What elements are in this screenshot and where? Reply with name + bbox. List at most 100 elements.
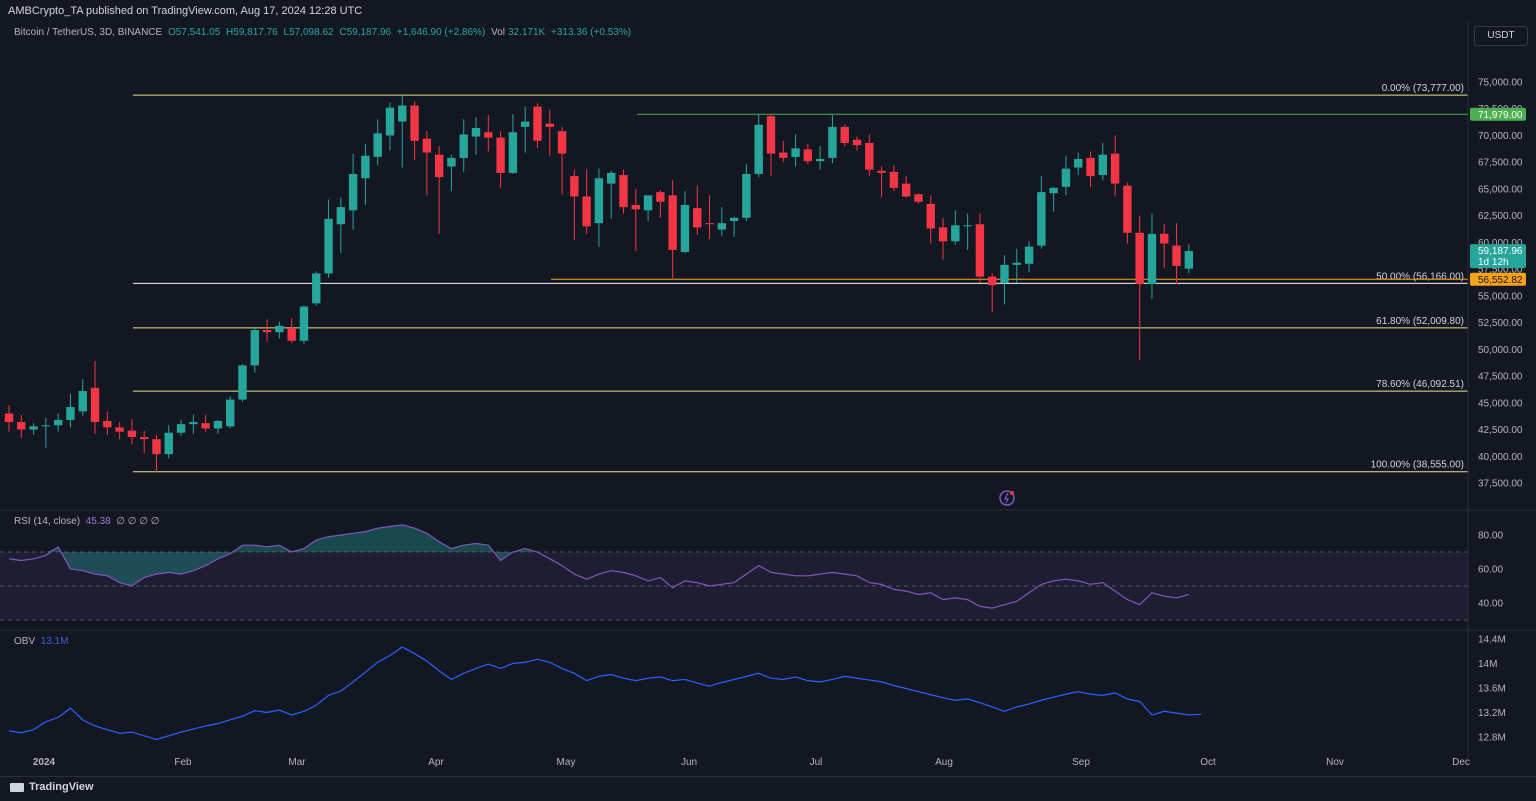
time-tick-label: Dec bbox=[1452, 757, 1470, 768]
time-tick-label: Feb bbox=[174, 757, 192, 768]
candle-body bbox=[434, 154, 444, 178]
candle-body bbox=[963, 225, 972, 227]
time-tick-label: Nov bbox=[1326, 757, 1344, 768]
candle-body bbox=[828, 126, 837, 158]
price-tick-label: 40,000.00 bbox=[1478, 452, 1523, 463]
candle-body bbox=[287, 327, 296, 341]
candle-body bbox=[668, 195, 677, 250]
price-tick-label: 55,000.00 bbox=[1478, 291, 1523, 302]
candle-body bbox=[803, 149, 813, 162]
candle-body bbox=[570, 176, 579, 197]
candle-body bbox=[520, 121, 530, 127]
candle-body bbox=[189, 422, 198, 425]
price-tick-label: 62,500.00 bbox=[1478, 211, 1523, 222]
price-tick-label: 45,000.00 bbox=[1478, 398, 1523, 409]
candle-body bbox=[1098, 154, 1108, 176]
price-tick-label: 50,000.00 bbox=[1478, 345, 1523, 356]
candle-body bbox=[90, 387, 100, 423]
candle-body bbox=[1147, 233, 1157, 285]
candle-body bbox=[766, 116, 776, 154]
candle-body bbox=[484, 132, 493, 138]
candle-body bbox=[754, 124, 763, 174]
time-tick-label: Jul bbox=[810, 757, 823, 768]
candle-body bbox=[533, 106, 542, 141]
candle-body bbox=[139, 437, 149, 440]
obv-axis-label: 14M bbox=[1478, 659, 1497, 670]
candle-body bbox=[127, 430, 137, 438]
candle-body bbox=[582, 196, 591, 227]
price-tick-label: 37,500.00 bbox=[1478, 479, 1523, 490]
candle-body bbox=[1123, 185, 1132, 233]
candle-body bbox=[1074, 158, 1083, 168]
candle-body bbox=[164, 432, 173, 455]
candle-body bbox=[348, 173, 358, 211]
brand-name: TradingView bbox=[29, 781, 94, 793]
candle-body bbox=[213, 420, 223, 429]
rsi-legend[interactable]: RSI (14, close) 45.38 ∅ ∅ ∅ ∅ bbox=[14, 516, 159, 527]
candle-body bbox=[717, 223, 727, 230]
price-tick-label: 70,000.00 bbox=[1478, 131, 1523, 142]
chart-canvas[interactable]: 0.00% (73,777.00) 50.00% (56,166.00) 61.80… bbox=[0, 0, 1536, 776]
candle-body bbox=[373, 133, 382, 157]
candle-body bbox=[152, 439, 161, 455]
candle-body bbox=[471, 127, 481, 137]
candle-body bbox=[815, 158, 825, 162]
candle-body bbox=[275, 325, 284, 333]
time-tick-label: Sep bbox=[1072, 757, 1090, 768]
rsi-extra: ∅ ∅ ∅ ∅ bbox=[116, 516, 160, 527]
candle-body bbox=[693, 208, 702, 228]
obv-axis-label: 13.2M bbox=[1478, 708, 1506, 719]
price-tick-label: 67,500.00 bbox=[1478, 158, 1523, 169]
candle-body bbox=[975, 224, 985, 277]
candle-body bbox=[901, 183, 911, 197]
time-tick-label: Jun bbox=[681, 757, 697, 768]
candle-body bbox=[951, 225, 960, 242]
candle-body bbox=[779, 152, 788, 158]
price-tick-label: 65,000.00 bbox=[1478, 184, 1523, 195]
time-tick-label: Mar bbox=[288, 757, 306, 768]
time-tick-label: May bbox=[557, 757, 576, 768]
price-tick-label: 47,500.00 bbox=[1478, 372, 1523, 383]
fib-level-label: 61.80% (52,009.80) bbox=[1376, 316, 1464, 327]
candle-body bbox=[398, 105, 407, 122]
candle-body bbox=[53, 419, 63, 426]
price-tick-label: 52,500.00 bbox=[1478, 318, 1523, 329]
candle-body bbox=[1000, 264, 1009, 284]
candle-body bbox=[643, 195, 653, 211]
time-tick-label: Oct bbox=[1200, 757, 1216, 768]
candle-body bbox=[385, 107, 395, 136]
candle-body bbox=[1086, 157, 1095, 177]
obv-axis-label: 14.4M bbox=[1478, 635, 1506, 646]
fib-retracement: 0.00% (73,777.00) 50.00% (56,166.00) 61.80… bbox=[133, 83, 1468, 473]
candle-body bbox=[324, 218, 333, 274]
candle-body bbox=[1037, 192, 1046, 246]
candle-body bbox=[1184, 251, 1194, 269]
tradingview-logo[interactable]: TradingView bbox=[10, 781, 94, 793]
candle-body bbox=[78, 391, 87, 412]
candle-body bbox=[877, 170, 886, 173]
candle-body bbox=[865, 142, 874, 170]
candle-body bbox=[680, 204, 690, 253]
notification-dot-icon bbox=[1010, 491, 1014, 495]
candle-body bbox=[226, 399, 235, 427]
candle-body bbox=[262, 330, 272, 333]
candle-body bbox=[1012, 262, 1021, 265]
price-tick-label: 42,500.00 bbox=[1478, 425, 1523, 436]
candle-body bbox=[459, 134, 468, 158]
candle-body bbox=[705, 223, 714, 225]
candle-body bbox=[988, 276, 997, 286]
candle-body bbox=[336, 207, 346, 225]
candle-body bbox=[742, 173, 751, 218]
candle-body bbox=[631, 204, 640, 210]
price-tag-countdown: 1d 12h bbox=[1478, 257, 1509, 268]
candle-body bbox=[422, 138, 432, 153]
candle-body bbox=[729, 217, 739, 222]
obv-pane: 14.4M 14M 13.6M 13.2M 12.8M bbox=[8, 635, 1506, 744]
footer-bar bbox=[0, 776, 1536, 801]
tradingview-logo-icon bbox=[10, 782, 24, 792]
candle-body bbox=[840, 126, 849, 143]
candle-body bbox=[1110, 153, 1120, 184]
candle-body bbox=[508, 132, 518, 173]
obv-legend[interactable]: OBV 13.1M bbox=[14, 636, 68, 647]
time-tick-label: Aug bbox=[935, 757, 953, 768]
